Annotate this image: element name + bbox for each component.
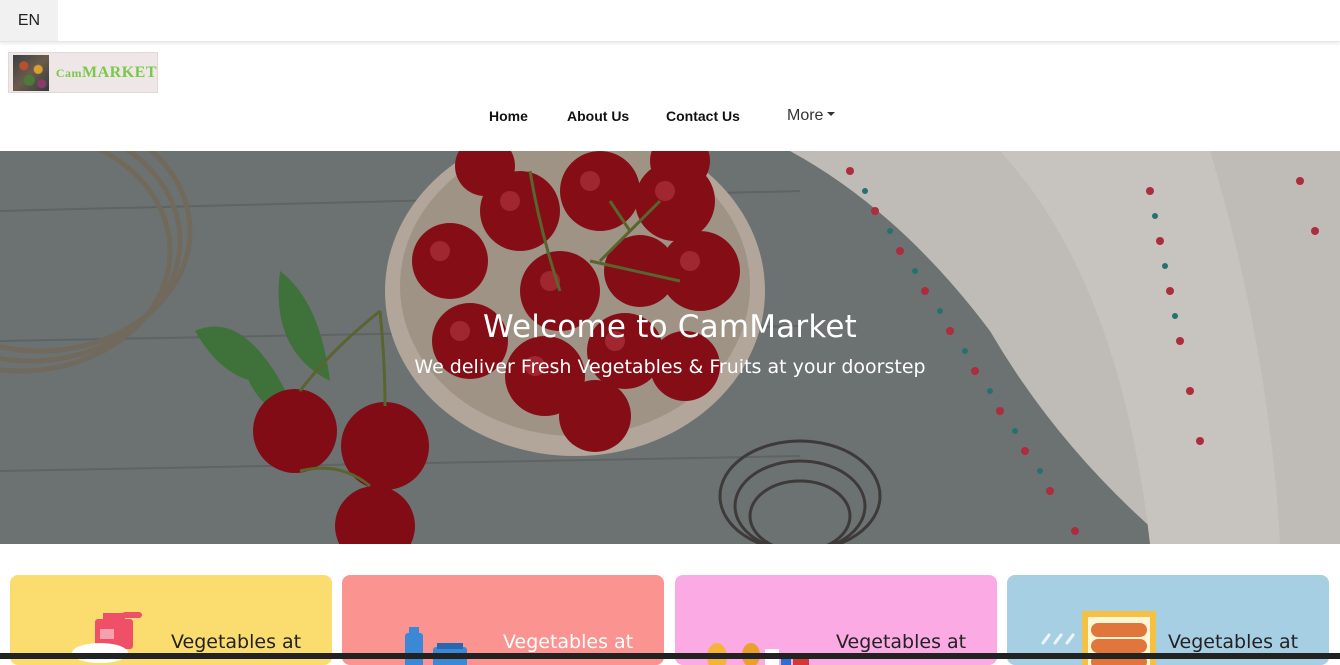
site-header: CamMARKET Home About Us Contact Us More [0, 42, 1340, 151]
logo-wordmark: CamMARKET [56, 64, 157, 82]
category-card-2[interactable]: Vegetables at [342, 575, 664, 665]
hero-title: Welcome to CamMarket [482, 309, 858, 345]
caret-down-icon [827, 111, 836, 116]
card-label: Vegetables at [171, 631, 302, 653]
site-logo[interactable]: CamMARKET [8, 52, 158, 93]
main-nav: Home About Us Contact Us More [0, 100, 1340, 132]
category-cards: Vegetables at Vegetables at Vegetables a… [0, 575, 1340, 665]
language-selector[interactable]: EN [0, 0, 58, 41]
category-card-4[interactable]: Vegetables at [1007, 575, 1329, 665]
hero-banner: Welcome to CamMarket We deliver Fresh Ve… [0, 151, 1340, 544]
nav-more-dropdown[interactable]: More [787, 100, 836, 132]
hero-subtitle: We deliver Fresh Vegetables & Fruits at … [414, 356, 926, 378]
logo-text-small: Cam [55, 65, 82, 80]
card-label: Vegetables at [1168, 631, 1299, 653]
hero-overlay [0, 151, 1340, 544]
page-bottom-edge [0, 653, 1340, 659]
nav-home[interactable]: Home [489, 100, 528, 132]
card-label: Vegetables at [836, 631, 967, 653]
nav-about-us[interactable]: About Us [567, 100, 629, 132]
category-card-3[interactable]: Vegetables at [675, 575, 997, 665]
logo-image [13, 54, 49, 91]
nav-more-label: More [787, 107, 824, 124]
card-label: Vegetables at [503, 631, 634, 653]
language-bar: EN [0, 0, 1340, 42]
logo-text-big: MARKET [82, 63, 157, 81]
nav-contact-us[interactable]: Contact Us [666, 100, 740, 132]
category-card-1[interactable]: Vegetables at [10, 575, 332, 665]
